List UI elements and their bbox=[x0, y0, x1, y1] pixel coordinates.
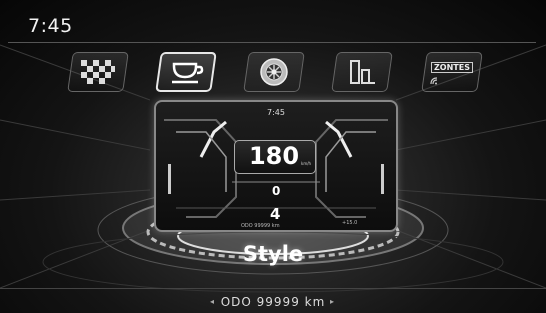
menu-item-stats[interactable] bbox=[331, 52, 393, 92]
cup-icon bbox=[172, 62, 204, 84]
rpm-readout: 0 bbox=[272, 184, 281, 198]
wifi-icon bbox=[430, 77, 438, 85]
dashboard-style-preview[interactable]: 7:45 180 km/h 0 4 ODO 99999 km +15.0 bbox=[154, 100, 398, 232]
menu-item-tire[interactable] bbox=[243, 52, 305, 92]
screen: 7:45 ZONTES 7:45 180 km/h 0 4 ODO 99999 … bbox=[0, 0, 546, 313]
preview-odometer: ODO 99999 km bbox=[241, 223, 280, 229]
bar-graph-icon bbox=[350, 60, 375, 84]
footer-odometer: ODO 99999 km bbox=[220, 295, 326, 309]
zontes-logo: ZONTES bbox=[428, 57, 476, 87]
menu-item-zontes-connect[interactable]: ZONTES bbox=[421, 52, 483, 92]
preview-clock: 7:45 bbox=[267, 108, 285, 117]
gear-indicator: 4 bbox=[270, 205, 281, 223]
speed-unit: km/h bbox=[301, 161, 312, 166]
speed-readout: 180 bbox=[248, 142, 300, 170]
theme-name-label: Style bbox=[242, 242, 304, 266]
temperature-readout: +15.0 bbox=[342, 220, 358, 226]
tire-icon bbox=[260, 58, 288, 86]
checkered-flag-icon bbox=[81, 60, 115, 84]
menu-item-race-mode[interactable] bbox=[67, 52, 129, 92]
odo-next-arrow-icon[interactable]: ▸ bbox=[330, 297, 334, 306]
menu-item-comfort-mode[interactable] bbox=[155, 52, 217, 92]
